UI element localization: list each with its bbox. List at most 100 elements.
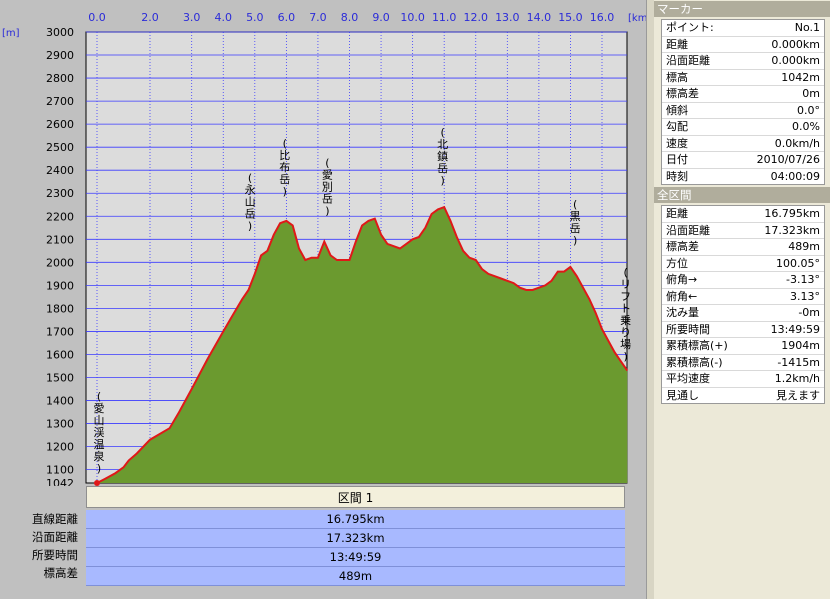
panel-row: 所要時間 13:49:59 — [662, 322, 824, 338]
panel-row-value: 13:49:59 — [770, 322, 820, 336]
panel-row-label: 距離 — [666, 37, 688, 51]
y-tick-label: 1500 — [46, 372, 74, 385]
summary-label: 沿面距離 — [32, 530, 78, 544]
panel-row-value: 0m — [802, 87, 820, 100]
x-tick-label: 15.0 — [558, 11, 583, 24]
marker-panel-title: マーカー — [654, 1, 830, 17]
y-tick-label: 1700 — [46, 325, 74, 338]
y-tick-label: 1300 — [46, 418, 74, 431]
y-tick-label: 2500 — [46, 141, 74, 154]
panel-row-label: 俯角← — [666, 289, 698, 303]
summary-values: 16.795km 17.323km 13:49:59 489m — [86, 510, 625, 586]
panel-row-value: 3.13° — [790, 289, 820, 303]
panel-row: 見通し 見えます — [662, 388, 824, 404]
panel-row: 標高差 489m — [662, 239, 824, 256]
y-tick-label: 2200 — [46, 210, 74, 223]
y-tick-label: 2300 — [46, 187, 74, 200]
panel-row: 俯角→ -3.13° — [662, 272, 824, 289]
panel-row-label: 標高差 — [666, 87, 699, 100]
panel-row-value: -0m — [798, 306, 820, 319]
y-tick-label: 2800 — [46, 72, 74, 85]
panel-row: 標高差 0m — [662, 86, 824, 103]
panel-row: 速度 0.0km/h — [662, 136, 824, 152]
panel-row-label: 見通し — [666, 388, 699, 402]
panel-row-value: 0.000km — [771, 54, 820, 67]
summary-value: 17.323km — [86, 529, 625, 548]
panel-row: 俯角← 3.13° — [662, 289, 824, 305]
panel-row-value: No.1 — [794, 21, 820, 34]
panel-row: 方位 100.05° — [662, 256, 824, 272]
panel-row: 沿面距離 0.000km — [662, 53, 824, 70]
marker-table: ポイント: No.1 距離 0.000km 沿面距離 0.000km 標高 1042m 標高差 0… — [661, 19, 825, 185]
section-table: 距離 16.795km 沿面距離 17.323km 標高差 489m 方位 100.05° 俯角… — [661, 205, 825, 404]
y-tick-label: 3000 — [46, 26, 74, 39]
summary-label: 標高差 — [43, 566, 79, 580]
panel-row-value: 04:00:09 — [770, 169, 820, 183]
x-tick-label: 9.0 — [372, 11, 390, 24]
x-tick-label: 8.0 — [341, 11, 359, 24]
panel-row-label: 標高 — [666, 70, 688, 84]
panel-row-label: 勾配 — [666, 120, 688, 133]
panel-row: 傾斜 0.0° — [662, 103, 824, 119]
panel-row-value: 16.795km — [764, 207, 820, 220]
peak-label: (リフト乗り場) — [620, 266, 631, 363]
peak-label: (愛山渓温泉) — [94, 390, 105, 475]
summary-label: 所要時間 — [32, 548, 78, 562]
x-tick-label: 16.0 — [590, 11, 615, 24]
x-tick-label: 14.0 — [527, 11, 552, 24]
panel-row-value: 0.0° — [797, 103, 820, 117]
panel-row-value: 1.2km/h — [774, 372, 820, 385]
y-tick-label: 2000 — [46, 256, 74, 269]
panel-row-label: 時刻 — [666, 169, 688, 183]
y-tick-label: 1200 — [46, 441, 74, 454]
y-tick-label: 2400 — [46, 164, 74, 177]
panel-row-label: 速度 — [666, 136, 688, 150]
panel-row-value: 0.000km — [771, 37, 820, 51]
info-panel: マーカー ポイント: No.1 距離 0.000km 沿面距離 0.000km 標高 1042… — [654, 0, 830, 599]
panel-row-value: 17.323km — [764, 223, 820, 237]
panel-row-label: 沿面距離 — [666, 54, 710, 67]
x-tick-label: 12.0 — [464, 11, 489, 24]
panel-row: 日付 2010/07/26 — [662, 152, 824, 169]
panel-row: 沈み量 -0m — [662, 305, 824, 322]
elevation-profile-chart[interactable]: 0.0 2.0 3.0 4.0 5.0 6.0 7.0 8.0 9.0 10.0 11.0 12.0 1… — [0, 0, 646, 486]
x-tick-label: 10.0 — [400, 11, 425, 24]
panel-row: 累積標高(+) 1904m — [662, 338, 824, 355]
x-tick-label: 7.0 — [309, 11, 327, 24]
x-tick-label: 5.0 — [246, 11, 264, 24]
summary-section-header[interactable]: 区間 1 — [86, 486, 625, 508]
panel-row: 標高 1042m — [662, 70, 824, 86]
x-tick-label: 6.0 — [278, 11, 296, 24]
x-tick-label: 0.0 — [88, 11, 106, 24]
x-tick-label: 11.0 — [432, 11, 457, 24]
panel-row-label: 日付 — [666, 153, 688, 166]
y-tick-label: 2600 — [46, 118, 74, 131]
y-tick-label: 1800 — [46, 302, 74, 315]
panel-row-label: 方位 — [666, 256, 688, 270]
x-tick-label: 4.0 — [215, 11, 233, 24]
x-tick-label: 2.0 — [141, 11, 159, 24]
panel-row: 勾配 0.0% — [662, 119, 824, 136]
panel-row: 沿面距離 17.323km — [662, 223, 824, 239]
panel-row-value: 0.0% — [792, 120, 820, 133]
y-tick-label: 1100 — [46, 464, 74, 477]
x-tick-label: 13.0 — [495, 11, 520, 24]
summary-value: 489m — [86, 567, 625, 586]
panel-row-label: 距離 — [666, 207, 688, 220]
panel-row: ポイント: No.1 — [662, 20, 824, 37]
panel-row: 時刻 04:00:09 — [662, 169, 824, 185]
y-tick-label: 2700 — [46, 95, 74, 108]
panel-row: 距離 0.000km — [662, 37, 824, 53]
y-tick-label: 2100 — [46, 233, 74, 246]
y-unit-label: [m] — [2, 28, 20, 39]
panel-row-label: 平均速度 — [666, 372, 710, 385]
x-tick-label: 3.0 — [183, 11, 201, 24]
summary-label: 直線距離 — [32, 512, 78, 526]
panel-row-label: 沿面距離 — [666, 223, 710, 237]
panel-row-label: 沈み量 — [666, 306, 699, 319]
summary-value: 13:49:59 — [86, 548, 625, 567]
panel-row-value: 2010/07/26 — [756, 153, 820, 166]
panel-row-label: ポイント: — [666, 21, 714, 34]
y-tick-label: 1042 — [46, 477, 74, 486]
y-tick-label: 1900 — [46, 279, 74, 292]
